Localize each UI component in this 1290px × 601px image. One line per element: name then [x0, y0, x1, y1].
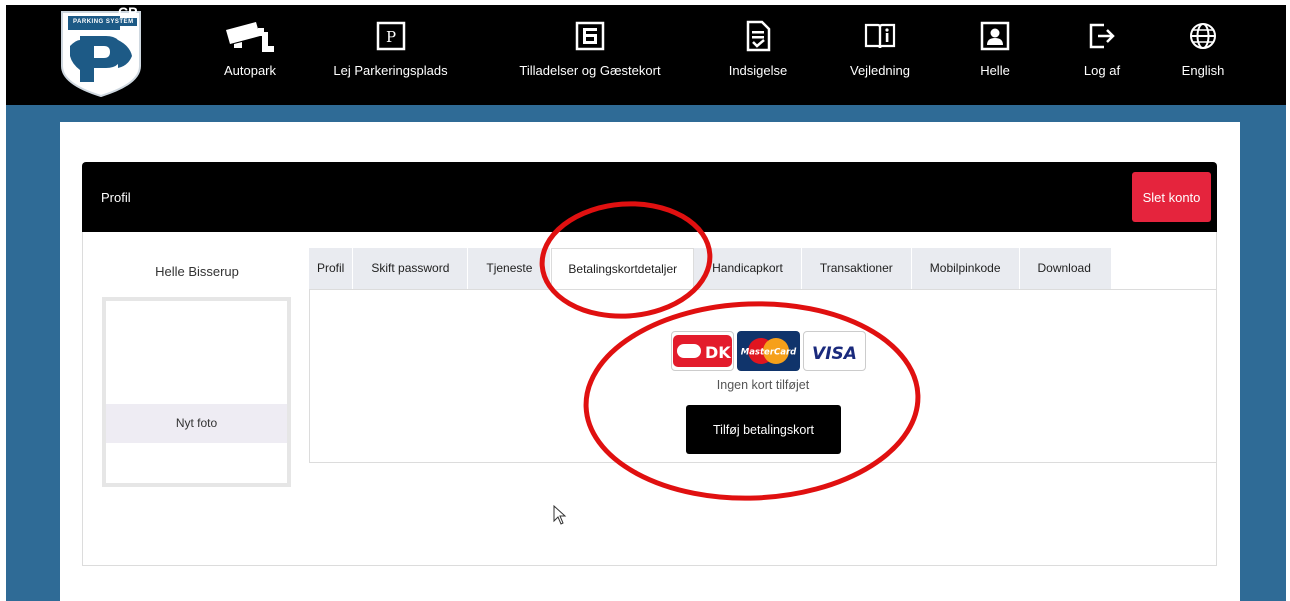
nav-indsigelse[interactable]: Indsigelse — [718, 20, 798, 90]
profile-tabs: Profil Skift password Tjeneste Betalings… — [309, 248, 1112, 289]
mastercard-icon: MasterCard — [741, 338, 797, 364]
nav-user-helle[interactable]: Helle — [955, 20, 1035, 90]
user-name: Helle Bisserup — [155, 264, 239, 279]
no-cards-text: Ingen kort tilføjet — [716, 378, 810, 392]
globe-icon — [1190, 23, 1216, 49]
svg-text:P: P — [385, 28, 395, 46]
tab-tjeneste[interactable]: Tjeneste — [468, 248, 552, 289]
nav-label: Helle — [980, 63, 1010, 78]
nav-label: Autopark — [223, 63, 277, 78]
profile-title: Profil — [101, 190, 131, 205]
nav-language-english[interactable]: English — [1163, 20, 1243, 90]
permit-icon — [575, 21, 605, 51]
nav-log-af[interactable]: Log af — [1062, 20, 1142, 90]
logo-band-text: PARKING SYSTEM — [70, 18, 137, 26]
tab-betalingskortdetaljer[interactable]: Betalingskortdetaljer — [551, 248, 695, 289]
profile-header: Profil Slet konto — [82, 162, 1217, 232]
nav-label: Log af — [1083, 63, 1121, 78]
mastercard-logo: MasterCard — [737, 331, 800, 371]
nav-label: Lej Parkeringsplads — [333, 63, 448, 78]
tab-handicapkort[interactable]: Handicapkort — [694, 248, 802, 289]
dankort-logo: DK — [671, 331, 734, 371]
tab-transaktioner[interactable]: Transaktioner — [801, 248, 912, 289]
mouse-cursor-icon — [553, 505, 567, 525]
card-logos: DK MasterCard VISA — [671, 331, 866, 371]
dankort-icon: DK — [673, 335, 732, 367]
camera-icon — [226, 22, 274, 52]
visa-logo: VISA — [803, 331, 866, 371]
visa-icon: VISA — [812, 344, 857, 364]
user-icon — [980, 21, 1010, 51]
nav-label: Vejledning — [850, 63, 910, 78]
nav-vejledning[interactable]: Vejledning — [840, 20, 920, 90]
nav-label: Tilladelser og Gæstekort — [519, 63, 661, 78]
mastercard-text: MasterCard — [741, 348, 797, 358]
nav-tilladelser[interactable]: Tilladelser og Gæstekort — [510, 20, 670, 90]
add-payment-card-button[interactable]: Tilføj betalingskort — [686, 405, 841, 454]
document-check-icon — [746, 20, 771, 52]
tab-download[interactable]: Download — [1019, 248, 1112, 289]
parking-system-logo[interactable]: CP PARKING SYSTEM — [56, 4, 146, 98]
dankort-text: DK — [705, 343, 731, 362]
nav-autopark[interactable]: Autopark — [210, 20, 290, 90]
parking-icon: P — [376, 21, 405, 51]
logout-icon — [1089, 23, 1115, 49]
profile-photo-box: Nyt foto — [102, 297, 291, 487]
delete-account-button[interactable]: Slet konto — [1132, 172, 1211, 222]
visa-text: VISA — [812, 344, 857, 364]
nav-label: English — [1181, 63, 1225, 78]
new-photo-button[interactable]: Nyt foto — [106, 404, 287, 443]
tab-profil[interactable]: Profil — [309, 248, 354, 289]
tab-mobilpinkode[interactable]: Mobilpinkode — [911, 248, 1020, 289]
tab-skift-password[interactable]: Skift password — [353, 248, 469, 289]
nav-lej-parkeringsplads[interactable]: P Lej Parkeringsplads — [328, 20, 453, 90]
nav-label: Indsigelse — [728, 63, 788, 78]
guide-book-icon — [864, 23, 896, 49]
